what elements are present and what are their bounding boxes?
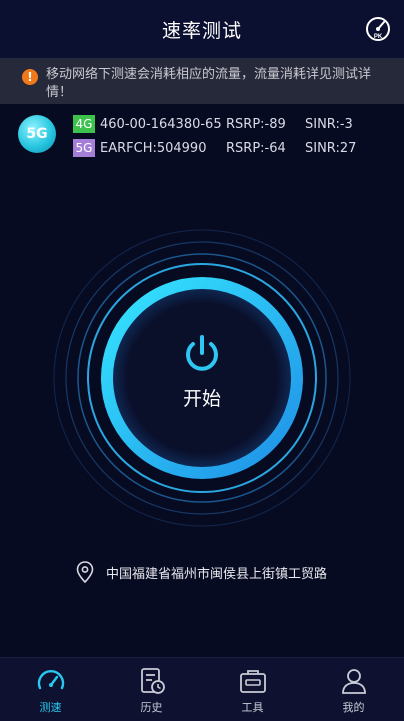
- rsrp-5g: RSRP:-64: [226, 140, 286, 156]
- cell-id-value: 460-00-164380-65: [100, 116, 222, 132]
- toolbox-icon: [239, 670, 266, 693]
- tab-speedtest[interactable]: 测速: [0, 658, 101, 721]
- sinr-4g: SINR:-3: [305, 116, 353, 132]
- tab-label-profile: 我的: [342, 701, 365, 714]
- power-icon: [186, 334, 218, 371]
- sinr-5g: SINR:27: [305, 140, 357, 156]
- location-text: 中国福建省福州市闽侯县上街镇工贸路: [106, 566, 328, 582]
- page-title: 速率测试: [161, 19, 242, 42]
- traffic-notice: ! 移动网络下测速会消耗相应的流量，流量消耗详见测试详情！: [0, 58, 404, 104]
- tab-profile[interactable]: 我的: [303, 658, 404, 721]
- network-row-4g: 4G 460-00-164380-65 RSRP:-89 SINR:-3: [73, 114, 353, 134]
- location-pin-icon: [76, 561, 94, 583]
- badge-5g: 5G: [73, 139, 95, 157]
- tab-label-speedtest: 测速: [39, 701, 62, 714]
- start-label: 开始: [182, 387, 221, 410]
- history-icon: [140, 668, 165, 694]
- warning-icon: !: [22, 69, 38, 85]
- network-row-5g: 5G EARFCH:504990 RSRP:-64 SINR:27: [73, 138, 356, 158]
- start-test-button[interactable]: 开始: [102, 276, 302, 476]
- notice-text: 移动网络下测速会消耗相应的流量，流量消耗详见测试详情！: [46, 67, 372, 100]
- bottom-tab-bar: 测速 历史 工具 我的: [0, 657, 404, 721]
- badge-4g: 4G: [73, 115, 95, 133]
- pk-label: PK: [374, 34, 383, 40]
- pk-speedometer-icon[interactable]: PK: [364, 15, 392, 43]
- speedometer-icon: [37, 670, 64, 690]
- tab-history[interactable]: 历史: [101, 658, 202, 721]
- tab-tools[interactable]: 工具: [202, 658, 303, 721]
- app-header: 速率测试 PK: [0, 0, 404, 58]
- location-info: 中国福建省福州市闽侯县上街镇工贸路: [76, 561, 327, 583]
- tab-label-history: 历史: [140, 701, 163, 714]
- user-icon: [341, 669, 366, 694]
- tab-label-tools: 工具: [241, 701, 264, 714]
- rsrp-4g: RSRP:-89: [226, 116, 286, 132]
- network-5g-logo: 5G: [18, 115, 56, 153]
- earfcn-value: EARFCH:504990: [100, 140, 207, 156]
